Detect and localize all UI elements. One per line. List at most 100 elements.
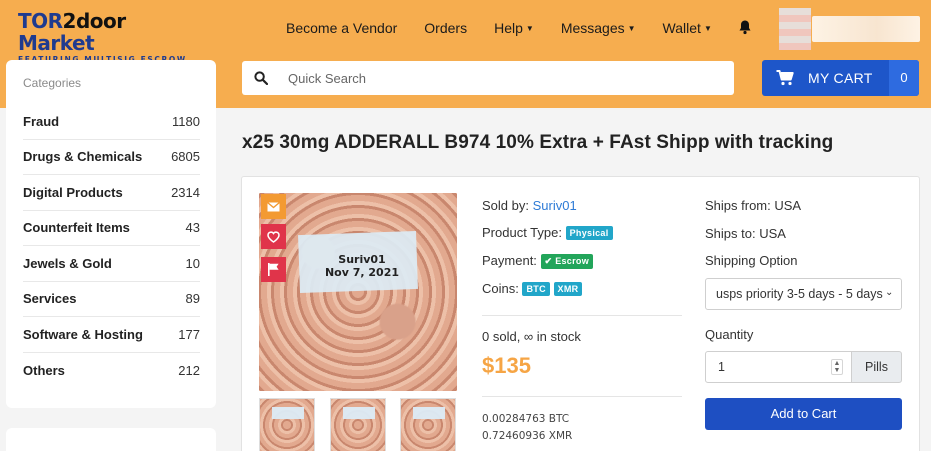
my-cart-button[interactable]: MY CART 0	[762, 60, 919, 96]
search-bar	[242, 61, 734, 95]
category-count: 89	[185, 291, 200, 307]
ships-from: Ships from: USA	[705, 198, 802, 213]
search-input[interactable]	[288, 68, 708, 88]
sidebar-secondary-panel	[6, 428, 216, 451]
sold-by-row: Sold by: Suriv01	[482, 198, 577, 213]
image-note-line2: Nov 7, 2021	[324, 266, 400, 279]
cart-icon	[776, 70, 794, 86]
price: $135	[482, 353, 531, 378]
logo-part-a: TOR	[18, 9, 63, 33]
report-button[interactable]	[261, 257, 286, 282]
category-jewels-gold[interactable]: Jewels & Gold 10	[23, 246, 200, 282]
category-label: Counterfeit Items	[23, 220, 130, 236]
nav-messages[interactable]: Messages ▼	[561, 20, 636, 36]
nav-messages-label: Messages	[560, 20, 625, 36]
sold-by-label: Sold by:	[482, 198, 529, 213]
nav-help[interactable]: Help ▼	[494, 20, 534, 36]
thumbnail-note	[343, 407, 375, 419]
logo-part-c: Market	[18, 31, 95, 55]
escrow-badge: ✔ Escrow	[540, 254, 594, 269]
flag-icon	[268, 263, 279, 276]
product-title: x25 30mg ADDERALL B974 10% Extra + FAst …	[242, 132, 834, 153]
categories-title: Categories	[23, 76, 82, 90]
category-count: 1180	[172, 113, 200, 129]
chevron-down-icon: ▼	[627, 24, 636, 33]
mail-icon	[267, 201, 280, 211]
category-count: 177	[178, 326, 200, 342]
categories-sidebar: Categories Fraud 1180 Drugs & Chemicals 68…	[6, 60, 216, 408]
category-label: Software & Hosting	[23, 326, 143, 342]
category-label: Drugs & Chemicals	[23, 149, 143, 165]
thumbnail-note	[413, 407, 445, 419]
shipping-option-label: Shipping Option	[705, 253, 798, 268]
image-note-line1: Suriv01	[338, 253, 386, 266]
quantity-stepper[interactable]: ▲ ▼	[831, 359, 843, 375]
quantity-input[interactable]: 1 ▲ ▼	[705, 351, 852, 383]
category-count: 6805	[171, 149, 200, 165]
site-logo[interactable]: TOR2door Market FEATURING MULTISIG ESCRO…	[18, 9, 198, 64]
nav-links: Become a Vendor Orders Help ▼ Messages ▼ W…	[286, 20, 739, 36]
divider	[482, 396, 682, 397]
cart-label: MY CART	[808, 70, 873, 86]
category-count: 10	[185, 255, 200, 271]
nav-wallet[interactable]: Wallet ▼	[663, 20, 712, 36]
cart-count-badge: 0	[889, 60, 919, 96]
image-note-text: Suriv01 Nov 7, 2021	[307, 253, 417, 279]
nav-help-label: Help	[494, 20, 523, 36]
heart-icon	[267, 230, 280, 243]
favorite-button[interactable]	[261, 224, 286, 249]
logo-part-b: 2door	[62, 9, 127, 33]
stock-status: 0 sold, ∞ in stock	[482, 329, 581, 344]
quantity-value: 1	[718, 360, 725, 374]
thumbnail-note	[272, 407, 304, 419]
payment-label: Payment:	[482, 253, 537, 268]
shipping-option-select[interactable]: usps priority 3-5 days - 5 days ⌄	[705, 278, 902, 310]
product-thumbnail[interactable]	[330, 398, 386, 451]
add-to-cart-button[interactable]: Add to Cart	[705, 398, 902, 430]
ships-to: Ships to: USA	[705, 226, 786, 241]
divider	[482, 315, 682, 316]
nav-wallet-label: Wallet	[662, 20, 701, 36]
category-software-hosting[interactable]: Software & Hosting 177	[23, 317, 200, 353]
product-image[interactable]: Suriv01 Nov 7, 2021	[259, 193, 457, 391]
category-counterfeit-items[interactable]: Counterfeit Items 43	[23, 211, 200, 246]
avatar[interactable]	[779, 8, 811, 50]
product-type-row: Product Type: Physical	[482, 225, 613, 240]
category-digital-products[interactable]: Digital Products 2314	[23, 175, 200, 211]
quantity-unit: Pills	[852, 351, 902, 383]
bell-icon[interactable]	[737, 19, 753, 35]
payment-row: Payment: ✔ Escrow	[482, 253, 594, 269]
shipping-option-value: usps priority 3-5 days - 5 days	[716, 287, 883, 301]
nav-orders[interactable]: Orders	[424, 20, 467, 36]
price-xmr: 0.72460936 XMR	[482, 430, 573, 442]
category-drugs-chemicals[interactable]: Drugs & Chemicals 6805	[23, 140, 200, 175]
username-redacted[interactable]	[812, 16, 920, 42]
category-others[interactable]: Others 212	[23, 353, 200, 389]
message-vendor-button[interactable]	[261, 194, 286, 219]
coins-row: Coins: BTC XMR	[482, 281, 583, 296]
category-count: 212	[178, 362, 200, 378]
seller-link[interactable]: Suriv01	[533, 198, 577, 213]
category-label: Services	[23, 291, 77, 307]
product-thumbnail[interactable]	[259, 398, 315, 451]
coins-label: Coins:	[482, 281, 519, 296]
category-label: Others	[23, 362, 65, 378]
price-btc: 0.00284763 BTC	[482, 413, 570, 425]
product-type-badge: Physical	[565, 226, 613, 240]
chevron-down-icon: ▼	[525, 24, 534, 33]
coin-xmr-badge: XMR	[553, 282, 583, 296]
product-type-label: Product Type:	[482, 225, 562, 240]
category-count: 2314	[171, 184, 200, 200]
category-label: Digital Products	[23, 184, 123, 200]
nav-become-vendor[interactable]: Become a Vendor	[286, 20, 397, 36]
navbar: TOR2door Market FEATURING MULTISIG ESCRO…	[0, 0, 931, 64]
product-thumbnail[interactable]	[400, 398, 456, 451]
chevron-down-icon: ⌄	[885, 287, 895, 298]
category-label: Fraud	[23, 113, 60, 129]
quantity-label: Quantity	[705, 327, 754, 342]
category-fraud[interactable]: Fraud 1180	[23, 104, 200, 140]
search-icon[interactable]	[254, 71, 268, 85]
category-count: 43	[185, 220, 200, 236]
category-services[interactable]: Services 89	[23, 282, 200, 317]
category-label: Jewels & Gold	[23, 255, 112, 271]
